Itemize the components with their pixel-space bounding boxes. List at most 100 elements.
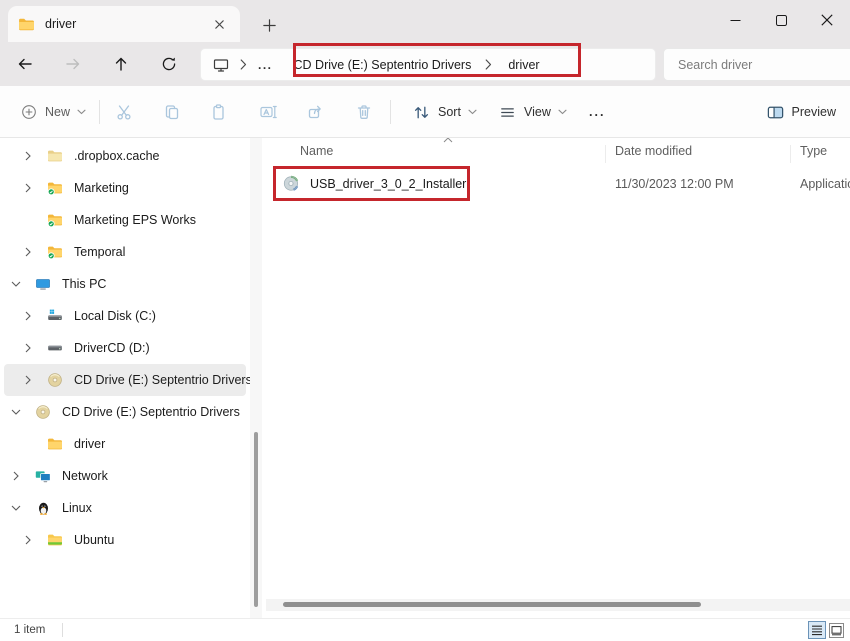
close-icon[interactable]: [804, 0, 850, 40]
chevron-right-icon[interactable]: [6, 471, 26, 481]
chevron-down-icon: [77, 109, 86, 115]
column-divider[interactable]: [605, 145, 606, 163]
chevron-right-icon[interactable]: [18, 343, 38, 353]
drive-icon: [46, 340, 64, 356]
details-view-button[interactable]: [808, 621, 826, 639]
sidebar-item-drivercd-d[interactable]: DriverCD (D:): [4, 332, 246, 364]
sort-arrows-icon: [412, 103, 431, 122]
sidebar-item-driver[interactable]: driver: [4, 428, 246, 460]
paste-button[interactable]: [209, 101, 231, 123]
sidebar-item-label: Linux: [62, 501, 92, 515]
column-divider[interactable]: [790, 145, 791, 163]
sidebar-item-network[interactable]: Network: [4, 460, 246, 492]
sidebar-item-label: Marketing: [74, 181, 129, 195]
column-header-name[interactable]: Name: [300, 144, 333, 158]
linux-tux-icon: [34, 501, 52, 516]
status-bar: 1 item: [0, 618, 850, 641]
sidebar-item-label: Ubuntu: [74, 533, 114, 547]
sidebar-item-label: Local Disk (C:): [74, 309, 156, 323]
chevron-down-icon: [558, 109, 567, 115]
chevron-right-icon[interactable]: [18, 151, 38, 161]
chevron-right-icon: [240, 59, 247, 70]
sidebar-item-linux[interactable]: Linux: [4, 492, 246, 524]
this-pc-icon[interactable]: [212, 56, 230, 74]
sidebar-item-cd-drive-e-selected[interactable]: CD Drive (E:) Septentrio Drivers: [4, 364, 246, 396]
folder-synced-icon: [46, 244, 64, 260]
sort-button[interactable]: Sort: [406, 98, 483, 126]
sidebar-item-label: Network: [62, 469, 108, 483]
this-pc-icon: [34, 276, 52, 292]
address-bar[interactable]: ... CD Drive (E:) Septentrio Drivers dri…: [200, 48, 656, 81]
chevron-down-icon: [468, 109, 477, 115]
sidebar-item-this-pc[interactable]: This PC: [4, 268, 246, 300]
maximize-icon[interactable]: [758, 0, 804, 40]
column-header-date-modified[interactable]: Date modified: [615, 144, 692, 158]
up-button[interactable]: [106, 49, 136, 79]
file-list-pane: Name Date modified Type USB_driver_3_0_2…: [262, 138, 850, 618]
refresh-button[interactable]: [154, 49, 184, 79]
new-button[interactable]: New: [14, 98, 92, 126]
file-type: Application: [800, 177, 850, 191]
chevron-right-icon[interactable]: [18, 535, 38, 545]
folder-synced-icon: [46, 180, 64, 196]
more-options-button[interactable]: ...: [583, 98, 611, 126]
window-controls: [712, 0, 850, 40]
back-button[interactable]: [10, 49, 40, 79]
sidebar-item-label: Marketing EPS Works: [74, 213, 196, 227]
sidebar-item-label: This PC: [62, 277, 106, 291]
cd-drive-icon: [34, 404, 52, 420]
sidebar-item-local-disk-c[interactable]: Local Disk (C:): [4, 300, 246, 332]
sidebar-item-temporal[interactable]: Temporal: [4, 236, 246, 268]
view-button-label: View: [524, 105, 551, 119]
view-button[interactable]: View: [492, 98, 573, 126]
sidebar-item-label: DriverCD (D:): [74, 341, 150, 355]
tab-driver[interactable]: driver: [8, 6, 240, 42]
command-toolbar: New Sort: [0, 86, 850, 138]
tab-close-icon[interactable]: [208, 13, 230, 35]
large-icons-view-button[interactable]: [829, 623, 844, 638]
folder-ubuntu-icon: [46, 532, 64, 548]
breadcrumb-more-button[interactable]: ...: [258, 58, 273, 72]
network-icon: [34, 468, 52, 484]
minimize-icon[interactable]: [712, 0, 758, 40]
cut-button[interactable]: [113, 101, 135, 123]
sidebar-item-dropbox-cache[interactable]: .dropbox.cache: [4, 140, 246, 172]
delete-button[interactable]: [353, 101, 375, 123]
column-header-type[interactable]: Type: [800, 144, 827, 158]
title-bar: driver: [0, 0, 850, 86]
new-tab-button[interactable]: [256, 12, 282, 38]
folder-synced-icon: [46, 212, 64, 228]
chevron-down-icon[interactable]: [6, 505, 26, 511]
file-date-modified: 11/30/2023 12:00 PM: [615, 177, 734, 191]
cd-drive-icon: [46, 372, 64, 388]
copy-button[interactable]: [161, 101, 183, 123]
share-button[interactable]: [305, 101, 327, 123]
preview-pane-icon: [766, 103, 785, 122]
sidebar-scrollbar-thumb[interactable]: [254, 432, 258, 607]
chevron-right-icon[interactable]: [18, 311, 38, 321]
tab-title: driver: [45, 17, 208, 31]
sort-button-label: Sort: [438, 105, 461, 119]
chevron-right-icon[interactable]: [18, 183, 38, 193]
folder-icon: [18, 16, 35, 33]
breadcrumb-segment-drive[interactable]: CD Drive (E:) Septentrio Drivers: [294, 58, 472, 72]
sidebar-item-cd-drive-e-expanded[interactable]: CD Drive (E:) Septentrio Drivers: [4, 396, 246, 428]
chevron-down-icon[interactable]: [6, 281, 26, 287]
sidebar-item-ubuntu[interactable]: Ubuntu: [4, 524, 246, 556]
forward-button[interactable]: [58, 49, 88, 79]
horizontal-scrollbar-thumb[interactable]: [283, 602, 701, 607]
chevron-right-icon[interactable]: [18, 375, 38, 385]
sidebar-item-marketing-eps-works[interactable]: Marketing EPS Works: [4, 204, 246, 236]
folder-plain-icon: [46, 148, 64, 164]
file-row-usb-driver-installer[interactable]: USB_driver_3_0_2_Installer 11/30/2023 12…: [262, 167, 850, 201]
search-box: [663, 48, 850, 81]
breadcrumb-segment-driver[interactable]: driver: [508, 58, 539, 72]
sort-ascending-icon: [443, 138, 453, 143]
toolbar-divider: [99, 100, 100, 124]
chevron-right-icon[interactable]: [18, 247, 38, 257]
rename-button[interactable]: [257, 101, 279, 123]
preview-button[interactable]: Preview: [760, 98, 842, 126]
chevron-down-icon[interactable]: [6, 409, 26, 415]
sidebar-item-marketing[interactable]: Marketing: [4, 172, 246, 204]
search-input[interactable]: [664, 49, 850, 80]
